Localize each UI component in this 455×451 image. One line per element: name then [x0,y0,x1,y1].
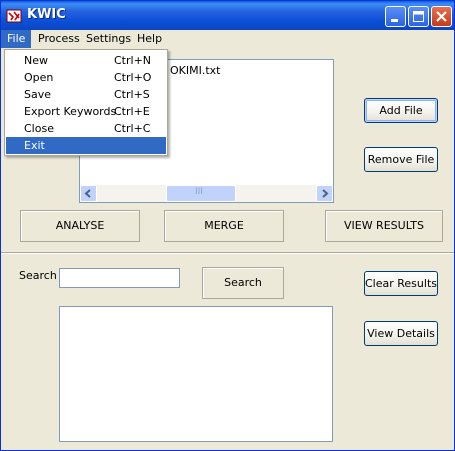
analyse-button[interactable]: ANALYSE [20,210,140,242]
minimize-button[interactable] [385,6,406,27]
add-file-button[interactable]: Add File [364,98,438,123]
menu-help[interactable]: Help [131,30,168,48]
horizontal-scrollbar[interactable]: III [80,185,333,202]
menu-process[interactable]: Process [32,30,86,48]
file-menu-dropdown: New Ctrl+N Open Ctrl+O Save Ctrl+S Expor… [4,49,168,156]
scroll-thumb[interactable]: III [166,185,236,202]
menu-item-label: New [24,54,48,67]
menu-item-shortcut: Ctrl+C [114,122,151,135]
menu-item-close[interactable]: Close Ctrl+C [6,120,166,137]
chevron-left-icon [84,189,91,198]
scroll-right-button[interactable] [316,185,333,202]
menu-bar: File Process Settings Help [1,30,454,49]
menu-item-shortcut: Ctrl+O [114,71,152,84]
close-icon [436,11,447,22]
maximize-icon [413,11,424,22]
search-input[interactable] [59,268,180,288]
kwic-window: KWIC File Process Settings Help OKIMI.tx… [0,0,455,451]
menu-item-label: Save [24,88,52,101]
file-list-item[interactable]: OKIMI.txt [170,64,220,77]
view-results-button[interactable]: VIEW RESULTS [325,210,443,242]
menu-item-label: Close [24,122,54,135]
maximize-button[interactable] [408,6,429,27]
menu-settings[interactable]: Settings [80,30,137,48]
remove-file-button[interactable]: Remove File [364,147,438,172]
menu-item-shortcut: Ctrl+E [114,105,150,118]
search-button[interactable]: Search [202,267,284,299]
menu-item-new[interactable]: New Ctrl+N [6,52,166,69]
window-title: KWIC [27,7,66,22]
merge-button[interactable]: MERGE [164,210,284,242]
app-icon [6,9,22,23]
menu-item-save[interactable]: Save Ctrl+S [6,86,166,103]
menu-item-open[interactable]: Open Ctrl+O [6,69,166,86]
menu-item-exit[interactable]: Exit [6,137,166,154]
view-details-button[interactable]: View Details [364,321,438,346]
close-button[interactable] [431,6,452,27]
scroll-thumb-grip: III [195,187,203,197]
title-bar[interactable]: KWIC [1,1,454,30]
results-list[interactable] [59,306,333,442]
search-label: Search [19,269,57,282]
menu-item-label: Export Keywords [24,105,117,118]
chevron-right-icon [322,189,329,198]
minimize-icon [391,19,398,22]
menu-item-label: Exit [24,139,45,152]
menu-item-shortcut: Ctrl+N [114,54,152,67]
menu-item-shortcut: Ctrl+S [114,88,150,101]
menu-file[interactable]: File [1,30,32,48]
scroll-left-button[interactable] [80,185,97,202]
clear-results-button[interactable]: Clear Results [364,271,438,296]
section-divider [1,252,454,254]
menu-item-export-keywords[interactable]: Export Keywords Ctrl+E [6,103,166,120]
menu-item-label: Open [24,71,54,84]
